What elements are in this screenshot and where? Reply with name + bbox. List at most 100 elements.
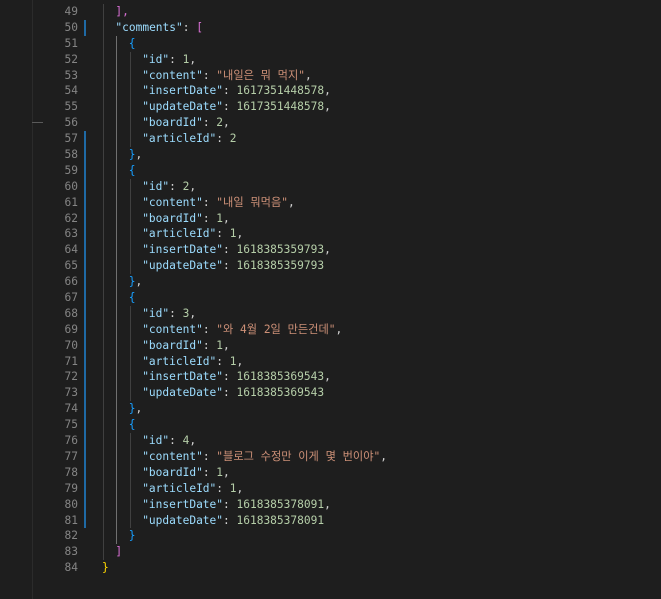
code-line[interactable]: 52 "id": 1, [0,51,661,68]
modified-line-indicator[interactable] [84,353,86,370]
code-text[interactable]: "id": 4, [142,433,196,449]
code-line[interactable]: 83] [0,544,661,561]
code-line[interactable]: 67 { [0,290,661,306]
code-line[interactable]: 84} [0,560,661,576]
code-text[interactable]: "updateDate": 1618385359793 [142,258,324,274]
code-text[interactable]: "comments": [ [115,20,203,36]
modified-line-indicator[interactable] [84,337,86,354]
code-line[interactable]: 76 "id": 4, [0,433,661,449]
code-line[interactable]: 80 "insertDate": 1618385378091, [0,496,661,513]
code-line[interactable]: 78 "boardId": 1, [0,464,661,481]
modified-line-indicator[interactable] [84,512,86,529]
code-line[interactable]: 57 "articleId": 2 [0,131,661,148]
code-text[interactable]: { [129,417,136,433]
modified-line-indicator[interactable] [84,321,86,338]
code-text[interactable]: { [129,36,136,52]
modified-line-indicator[interactable] [84,226,86,243]
code-line[interactable]: 65 "updateDate": 1618385359793 [0,258,661,275]
modified-line-indicator[interactable] [84,274,86,291]
modified-line-indicator[interactable] [84,147,86,163]
code-line[interactable]: 79 "articleId": 1, [0,480,661,497]
code-line[interactable]: 75 { [0,417,661,434]
code-text[interactable]: }, [129,147,143,163]
modified-line-indicator[interactable] [84,385,86,402]
code-line[interactable]: 54 "insertDate": 1617351448578, [0,83,661,100]
modified-line-indicator[interactable] [84,258,86,275]
code-text[interactable]: }, [129,274,143,290]
code-text[interactable]: { [129,290,136,306]
code-text[interactable]: "boardId": 1, [142,211,230,227]
code-line[interactable]: 69 "content": "와 4월 2일 만든건데", [0,321,661,338]
modified-line-indicator[interactable] [84,305,86,322]
code-line[interactable]: 71 "articleId": 1, [0,353,661,370]
code-text[interactable]: "content": "내일 뭐먹음", [142,195,295,211]
code-line[interactable]: 64 "insertDate": 1618385359793, [0,242,661,259]
code-text[interactable]: "id": 3, [142,306,196,322]
code-line[interactable]: 50 "comments": [ [0,19,661,36]
code-text[interactable]: "id": 1, [142,52,196,68]
modified-line-indicator[interactable] [84,417,86,434]
code-text[interactable]: "articleId": 1, [142,354,243,370]
code-line[interactable]: 58}, [0,147,661,163]
code-text[interactable]: "updateDate": 1618385378091 [142,513,324,529]
modified-line-indicator[interactable] [84,433,86,449]
code-line[interactable]: 63 "articleId": 1, [0,226,661,243]
modified-line-indicator[interactable] [84,448,86,465]
code-line[interactable]: 82} [0,528,661,545]
modified-line-indicator[interactable] [84,290,86,306]
code-editor[interactable]: 49], 50 "comments": [51{52 "id": 1, 53 "conte… [0,0,661,599]
code-text[interactable]: "updateDate": 1617351448578, [142,99,331,115]
modified-line-indicator[interactable] [84,210,86,227]
code-text[interactable]: ] [115,544,122,560]
code-text[interactable]: } [102,560,109,576]
code-lines[interactable]: 49], 50 "comments": [51{52 "id": 1, 53 "conte… [0,4,661,576]
modified-line-indicator[interactable] [84,178,86,195]
code-text[interactable]: "articleId": 1, [142,481,243,497]
code-line[interactable]: 56 "boardId": 2, [0,115,661,132]
code-line[interactable]: 70 "boardId": 1, [0,337,661,354]
modified-line-indicator[interactable] [84,242,86,259]
code-line[interactable]: 51 { [0,35,661,52]
code-line[interactable]: 68 "id": 3, [0,305,661,322]
code-text[interactable]: ], [115,4,128,20]
modified-line-indicator[interactable] [84,162,86,179]
modified-line-indicator[interactable] [84,369,86,386]
code-text[interactable]: }, [129,401,143,417]
code-line[interactable]: 60 "id": 2, [0,178,661,195]
code-text[interactable]: "updateDate": 1618385369543 [142,385,324,401]
code-text[interactable]: "articleId": 1, [142,226,243,242]
code-text[interactable]: } [129,528,136,544]
code-text[interactable]: "insertDate": 1618385369543, [142,369,331,385]
code-line[interactable]: 77 "content": "블로그 수정만 이게 몇 번이야", [0,448,661,465]
modified-line-indicator[interactable] [84,496,86,513]
modified-line-indicator[interactable] [84,401,86,418]
code-line[interactable]: 66}, [0,274,661,291]
modified-line-indicator[interactable] [84,19,86,36]
code-line[interactable]: 61 "content": "내일 뭐먹음", [0,194,661,211]
code-line[interactable]: 72 "insertDate": 1618385369543, [0,369,661,386]
code-line[interactable]: 73 "updateDate": 1618385369543 [0,385,661,402]
code-text[interactable]: "content": "블로그 수정만 이게 몇 번이야", [142,449,387,465]
code-text[interactable]: "boardId": 1, [142,465,230,481]
code-line[interactable]: 49], [0,4,661,20]
code-line[interactable]: 74}, [0,401,661,418]
code-text[interactable]: "content": "내일은 뭐 먹지", [142,68,312,84]
code-line[interactable]: 81 "updateDate": 1618385378091 [0,512,661,529]
code-text[interactable]: "articleId": 2 [142,131,236,147]
code-text[interactable]: "insertDate": 1618385359793, [142,242,331,258]
code-line[interactable]: 59 { [0,162,661,179]
code-text[interactable]: "content": "와 4월 2일 만든건데", [142,322,342,338]
code-line[interactable]: 62 "boardId": 1, [0,210,661,227]
code-line[interactable]: 53 "content": "내일은 뭐 먹지", [0,67,661,84]
code-text[interactable]: "insertDate": 1617351448578, [142,83,331,99]
modified-line-indicator[interactable] [84,464,86,481]
modified-line-indicator[interactable] [84,194,86,211]
code-text[interactable]: "id": 2, [142,179,196,195]
code-text[interactable]: "boardId": 1, [142,338,230,354]
code-line[interactable]: 55 "updateDate": 1617351448578, [0,99,661,116]
code-text[interactable]: "boardId": 2, [142,115,230,131]
code-text[interactable]: "insertDate": 1618385378091, [142,497,331,513]
code-text[interactable]: { [129,163,136,179]
modified-line-indicator[interactable] [84,480,86,497]
modified-line-indicator[interactable] [84,131,86,148]
